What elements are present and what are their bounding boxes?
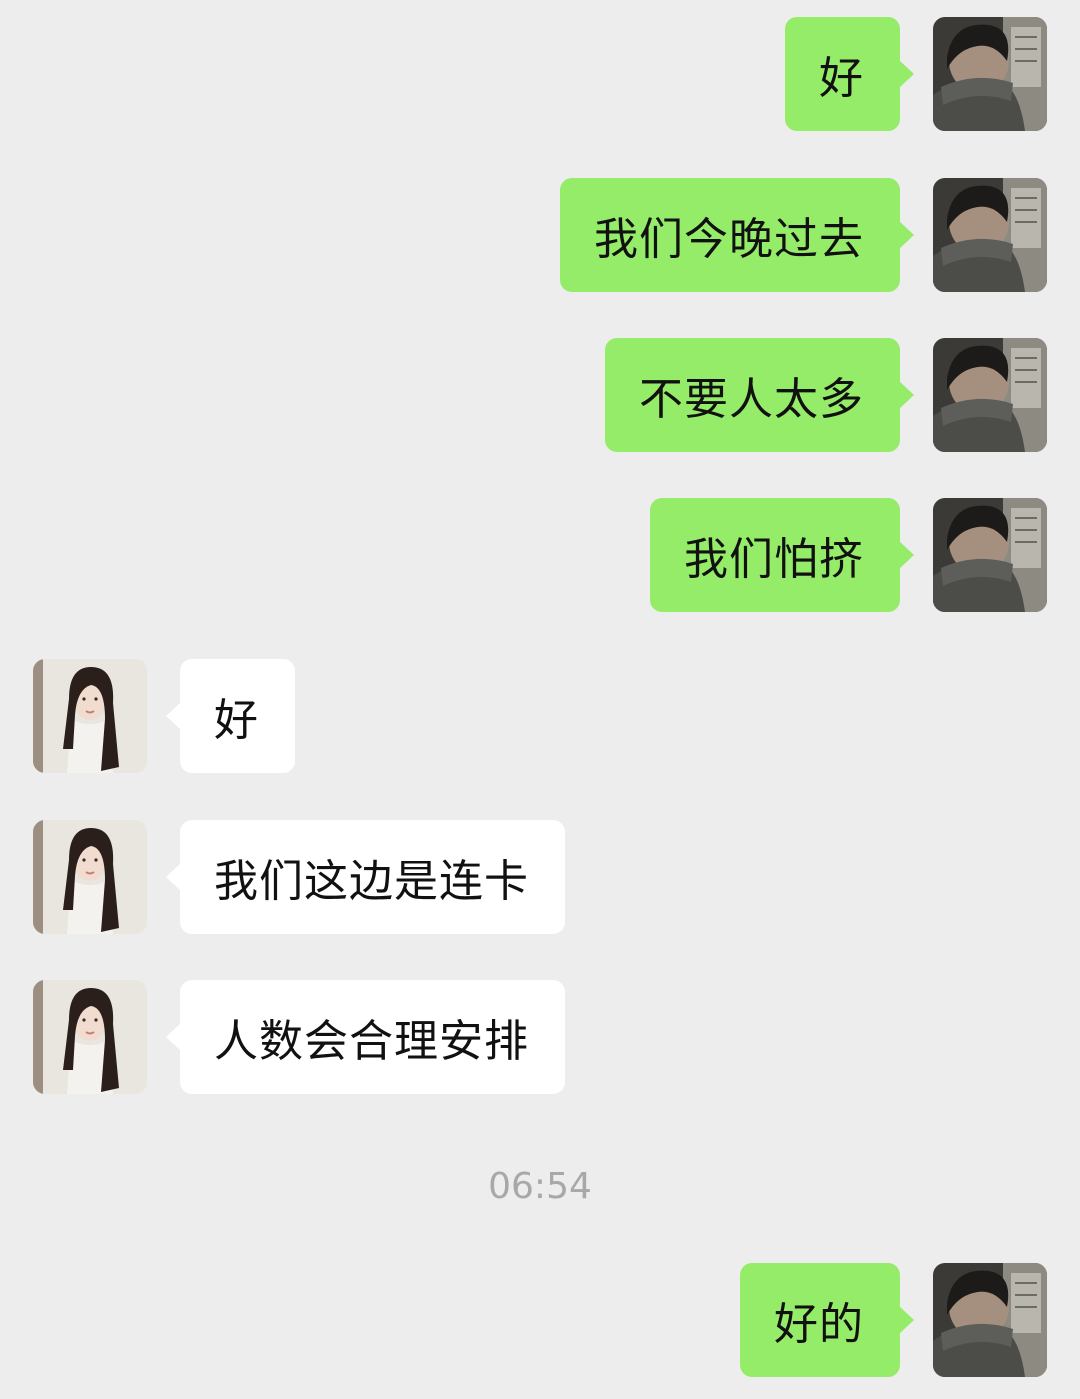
message-text: 我们怕挤 (684, 534, 864, 585)
incoming-message-bubble[interactable]: 好 (166, 659, 295, 773)
message-row: 我们这边是连卡 (0, 820, 1080, 934)
message-text: 好 (819, 53, 864, 104)
outgoing-message-bubble[interactable]: 我们怕挤 (650, 498, 914, 612)
outgoing-message-bubble[interactable]: 好 (785, 17, 914, 131)
contact-avatar-image (33, 820, 147, 934)
message-row: 不要人太多 (0, 338, 1080, 452)
message-text: 人数会合理安排 (214, 1016, 529, 1067)
contact-avatar[interactable] (33, 659, 147, 773)
outgoing-message-bubble[interactable]: 不要人太多 (605, 338, 914, 452)
message-row: 人数会合理安排 (0, 980, 1080, 1094)
my-avatar-image (933, 17, 1047, 131)
message-row: 我们今晚过去 (0, 178, 1080, 292)
message-row: 好的 (0, 1263, 1080, 1377)
contact-avatar-image (33, 659, 147, 773)
my-avatar[interactable] (933, 17, 1047, 131)
outgoing-message-bubble[interactable]: 我们今晚过去 (560, 178, 914, 292)
my-avatar-image (933, 178, 1047, 292)
my-avatar[interactable] (933, 178, 1047, 292)
message-row: 好 (0, 17, 1080, 131)
incoming-message-bubble[interactable]: 人数会合理安排 (166, 980, 565, 1094)
contact-avatar[interactable] (33, 980, 147, 1094)
message-timestamp: 06:54 (488, 1166, 592, 1207)
message-text: 不要人太多 (639, 374, 864, 425)
contact-avatar[interactable] (33, 820, 147, 934)
message-text: 好 (214, 695, 259, 746)
message-text: 好的 (774, 1299, 864, 1350)
my-avatar-image (933, 1263, 1047, 1377)
outgoing-message-bubble[interactable]: 好的 (740, 1263, 914, 1377)
message-row: 好 (0, 659, 1080, 773)
my-avatar[interactable] (933, 1263, 1047, 1377)
my-avatar[interactable] (933, 338, 1047, 452)
my-avatar[interactable] (933, 498, 1047, 612)
message-row: 我们怕挤 (0, 498, 1080, 612)
my-avatar-image (933, 498, 1047, 612)
contact-avatar-image (33, 980, 147, 1094)
message-text: 我们这边是连卡 (214, 856, 529, 907)
my-avatar-image (933, 338, 1047, 452)
message-text: 我们今晚过去 (594, 214, 864, 265)
incoming-message-bubble[interactable]: 我们这边是连卡 (166, 820, 565, 934)
